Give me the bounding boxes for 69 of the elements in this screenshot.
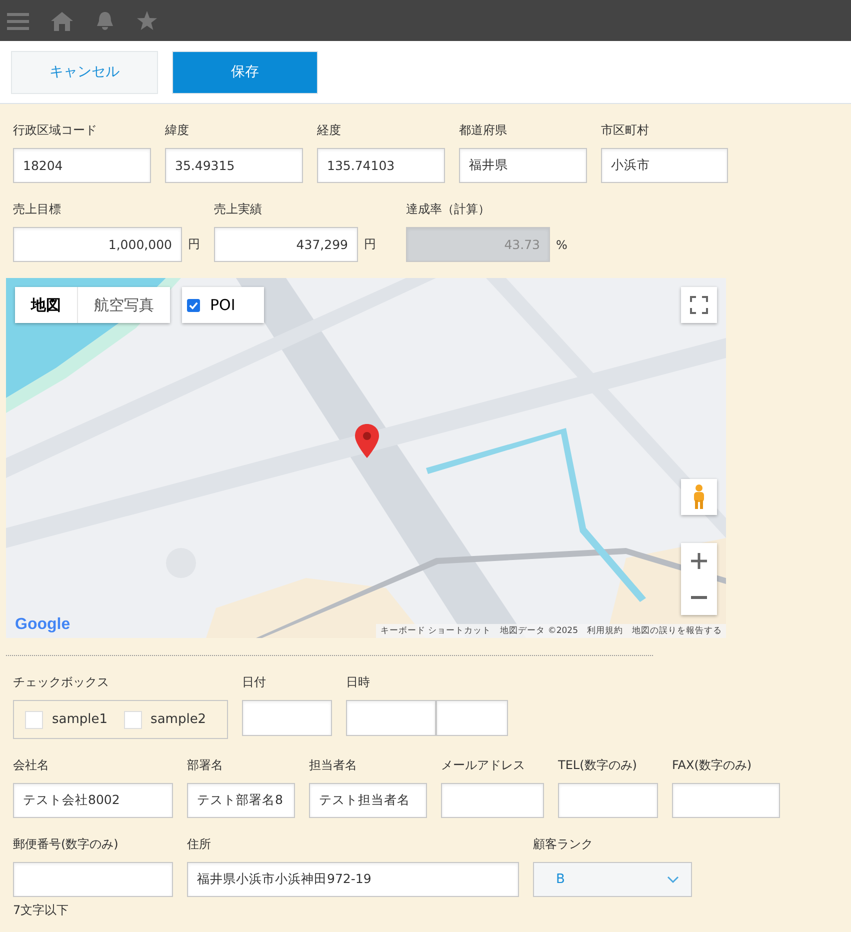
map-logo: Google [15,616,70,634]
field-label: 市区町村 [601,122,650,139]
input-field[interactable]: 1,000,000 [13,227,182,262]
input-field[interactable]: テスト会社8002 [13,783,173,818]
save-button[interactable]: 保存 [172,50,318,94]
field-label: 日時 [346,674,371,691]
input-field[interactable]: 福井県 [459,148,587,183]
person-icon [692,484,706,510]
zoom-out-button[interactable] [681,579,717,615]
poi-toggle[interactable]: POI [182,287,264,323]
unit-label: % [556,238,568,252]
input-field[interactable]: 135.74103 [317,148,445,183]
field-label: メールアドレス [441,757,526,774]
field-label: チェックボックス [13,674,110,691]
map-footer-link[interactable]: 地図の誤りを報告する [632,625,722,637]
input-field[interactable] [13,862,173,897]
checkbox[interactable] [187,298,200,312]
input-field[interactable]: テスト部署名8 [187,783,295,818]
input-field[interactable] [441,783,544,818]
input-field[interactable]: 437,299 [214,227,358,262]
time-field[interactable] [436,700,508,736]
field-label: TEL(数字のみ) [558,757,638,774]
unit-label: 円 [364,236,376,253]
map-pin-icon[interactable] [355,424,379,458]
field-label: 経度 [317,122,342,139]
input-field[interactable]: テスト担当者名 [309,783,427,818]
date-field[interactable] [346,700,436,736]
field-label: 緯度 [165,122,190,139]
hint-text: 7文字以下 [13,902,70,919]
field-label: 会社名 [13,757,50,774]
minus-icon [691,596,707,598]
map-footer-link[interactable]: 地図データ ©2025 [500,625,578,637]
fullscreen-icon [690,296,708,314]
checkbox-label: sample1 [52,712,108,727]
bell-icon[interactable] [95,10,115,30]
field-label: 都道府県 [459,122,508,139]
field-label: 部署名 [187,757,224,774]
field-label: FAX(数字のみ) [672,757,753,774]
chevron-down-icon [667,876,679,884]
field-label: 郵便番号(数字のみ) [13,836,120,853]
field-label: 行政区域コード [13,122,98,139]
input-field[interactable]: 小浜市 [601,148,728,183]
home-icon[interactable] [51,10,73,30]
input-field[interactable]: 福井県小浜市小浜神田972-19 [187,862,519,897]
street-view-button[interactable] [681,479,717,515]
field-label: 顧客ランク [533,836,594,853]
map-type-tab[interactable]: 地図 [15,287,77,323]
field-label: 担当者名 [309,757,358,774]
field-label: 達成率（計算） [406,201,491,218]
plus-icon [691,553,707,569]
field-label: 売上目標 [13,201,62,218]
field-label: 売上実績 [214,201,263,218]
menu-icon[interactable] [7,10,29,30]
date-field[interactable] [242,700,332,736]
input-field[interactable]: 35.49315 [165,148,303,183]
star-icon[interactable] [137,10,157,30]
map-type-tab[interactable]: 航空写真 [77,287,170,323]
fullscreen-button[interactable] [681,287,717,323]
field-label: 住所 [187,836,212,853]
zoom-in-button[interactable] [681,543,717,579]
input-field[interactable]: 18204 [13,148,151,183]
input-field[interactable] [558,783,658,818]
poi-label: POI [210,296,236,314]
map-footer-link[interactable]: キーボード ショートカット [380,625,492,637]
input-field[interactable] [672,783,780,818]
map-footer-link[interactable]: 利用規約 [587,625,623,637]
checkbox-label: sample2 [150,712,206,727]
field-label: 日付 [242,674,267,691]
unit-label: 円 [188,236,200,253]
